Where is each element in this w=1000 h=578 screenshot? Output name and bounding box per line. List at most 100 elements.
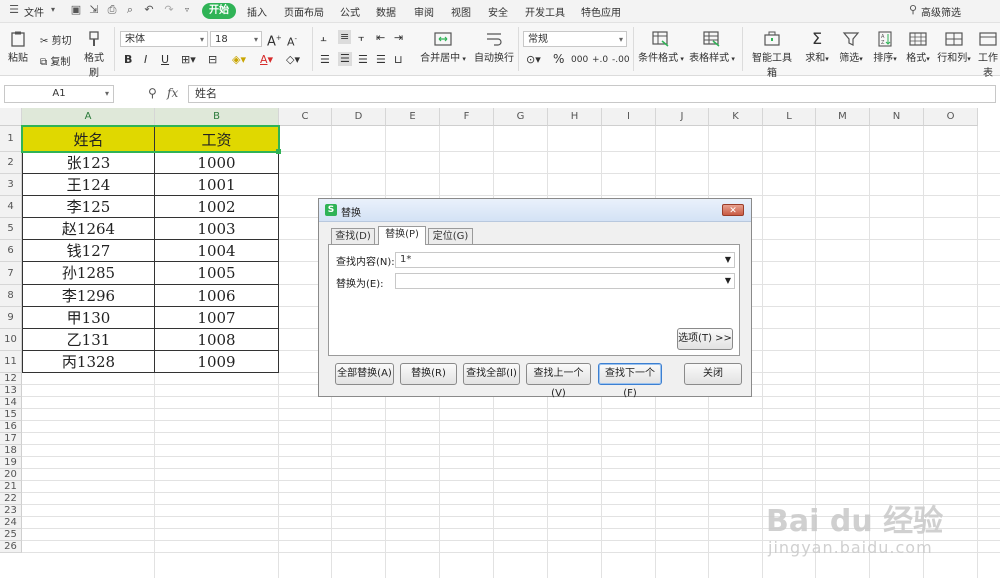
row-header-10[interactable]: 10 [0,329,22,351]
options-button[interactable]: 选项(T) >> [677,328,733,350]
tab-security[interactable]: 安全 [488,4,508,19]
row-header-24[interactable]: 24 [0,517,22,529]
row-header-12[interactable]: 12 [0,373,22,385]
table-cell[interactable]: 赵1264 [22,218,155,240]
row-header-14[interactable]: 14 [0,397,22,409]
fill-color-icon[interactable]: ◈▾ [232,53,246,67]
find-next-button[interactable]: 查找下一个(F) [598,363,662,399]
align-left-icon[interactable]: ☰ [320,53,330,67]
select-all-corner[interactable] [0,108,22,126]
column-header-o[interactable]: O [924,108,978,126]
cut-button[interactable]: ✂ 剪切 [40,32,72,47]
merge-center-button[interactable]: 合并居中 ▾ [420,31,466,64]
save-icon[interactable]: ▣ [70,4,82,16]
column-header-a[interactable]: A [22,108,155,126]
row-header-17[interactable]: 17 [0,433,22,445]
undo-icon[interactable]: ↶ [143,4,155,16]
dialog-titlebar[interactable]: S 替换 ✕ [319,199,751,222]
table-style-button[interactable]: 表格样式 ▾ [688,31,736,64]
align-top-icon[interactable]: ⫠ [320,31,327,45]
replace-button[interactable]: 替换(R) [400,363,457,385]
row-header-6[interactable]: 6 [0,240,22,262]
column-header-l[interactable]: L [763,108,816,126]
table-cell[interactable]: 1004 [155,240,279,262]
header-cell[interactable]: 工资 [155,126,279,152]
chevron-down-icon[interactable]: ▼ [725,274,731,288]
clear-format-icon[interactable]: ◇▾ [286,53,300,67]
find-all-button[interactable]: 查找全部(I) [463,363,520,385]
wrap-text-button[interactable]: 自动换行 [474,31,514,64]
row-header-7[interactable]: 7 [0,262,22,285]
table-cell[interactable]: 李1296 [22,285,155,307]
row-header-20[interactable]: 20 [0,469,22,481]
justify-icon[interactable]: ☰ [376,53,386,67]
column-header-g[interactable]: G [494,108,548,126]
close-button[interactable]: 关闭 [684,363,742,385]
column-header-d[interactable]: D [332,108,386,126]
row-header-11[interactable]: 11 [0,351,22,373]
font-size-select[interactable]: 18 ▾ [210,31,262,47]
table-cell[interactable]: 李125 [22,196,155,218]
customize-chevron-icon[interactable]: ▿ [181,4,193,16]
tab-page-layout[interactable]: 页面布局 [284,4,324,19]
format-button[interactable]: 格式▾ [904,31,932,64]
row-header-4[interactable]: 4 [0,196,22,218]
column-header-k[interactable]: K [709,108,763,126]
table-cell[interactable]: 1001 [155,174,279,196]
redo-icon[interactable]: ↷ [163,4,175,16]
column-header-i[interactable]: I [602,108,656,126]
align-center-icon[interactable]: ☰ [338,52,352,66]
worksheet-button[interactable]: 工作表 [976,31,1000,79]
percent-button[interactable]: % [553,52,564,66]
table-cell[interactable]: 1000 [155,152,279,174]
row-header-25[interactable]: 25 [0,529,22,541]
header-cell[interactable]: 姓名 [22,126,155,152]
copy-button[interactable]: ⧉ 复制 [40,53,70,68]
column-header-j[interactable]: J [656,108,709,126]
tab-replace[interactable]: 替换(P) [378,226,426,245]
replace-all-button[interactable]: 全部替换(A) [335,363,394,385]
sum-button[interactable]: Σ 求和▾ [802,31,832,65]
row-header-1[interactable]: 1 [0,126,22,152]
column-header-c[interactable]: C [279,108,332,126]
row-header-26[interactable]: 26 [0,541,22,553]
underline-icon[interactable]: U [161,53,169,67]
table-cell[interactable]: 钱127 [22,240,155,262]
dialog-close-icon[interactable]: ✕ [722,204,744,216]
export-icon[interactable]: ⇲ [88,4,100,16]
distributed-icon[interactable]: ⊔ [394,53,403,67]
file-menu[interactable]: 文件 [24,4,44,19]
filter-button[interactable]: 筛选▾ [836,31,866,64]
column-header-b[interactable]: B [155,108,279,126]
row-header-19[interactable]: 19 [0,457,22,469]
tab-data[interactable]: 数据 [376,4,396,19]
row-header-23[interactable]: 23 [0,505,22,517]
table-cell[interactable]: 丙1328 [22,351,155,373]
row-header-2[interactable]: 2 [0,152,22,174]
print-icon[interactable]: ⎙ [106,4,118,16]
align-right-icon[interactable]: ☰ [358,53,368,67]
row-header-16[interactable]: 16 [0,421,22,433]
tab-start[interactable]: 开始 [202,3,236,19]
column-header-n[interactable]: N [870,108,924,126]
tab-find[interactable]: 查找(D) [331,228,375,244]
paste-button[interactable]: 粘贴 [5,31,31,64]
table-cell[interactable]: 1003 [155,218,279,240]
column-header-m[interactable]: M [816,108,870,126]
fx-icon[interactable]: fx [167,86,178,100]
font-color-icon[interactable]: A▾ [260,53,273,67]
formula-input[interactable]: 姓名 [188,85,996,103]
row-header-22[interactable]: 22 [0,493,22,505]
increase-font-icon[interactable]: A+ [267,31,282,49]
conditional-format-button[interactable]: 条件格式 ▾ [637,31,685,64]
align-bottom-icon[interactable]: ⫟ [358,31,365,45]
row-header-15[interactable]: 15 [0,409,22,421]
table-cell[interactable]: 1009 [155,351,279,373]
decrease-decimal-button[interactable]: -.00 [612,53,630,67]
column-header-e[interactable]: E [386,108,440,126]
row-header-18[interactable]: 18 [0,445,22,457]
hamburger-icon[interactable]: ☰ [8,4,20,16]
smart-toolbox-button[interactable]: 智能工具箱 [748,31,796,79]
font-name-select[interactable]: 宋体 ▾ [120,31,208,47]
table-cell[interactable]: 王124 [22,174,155,196]
